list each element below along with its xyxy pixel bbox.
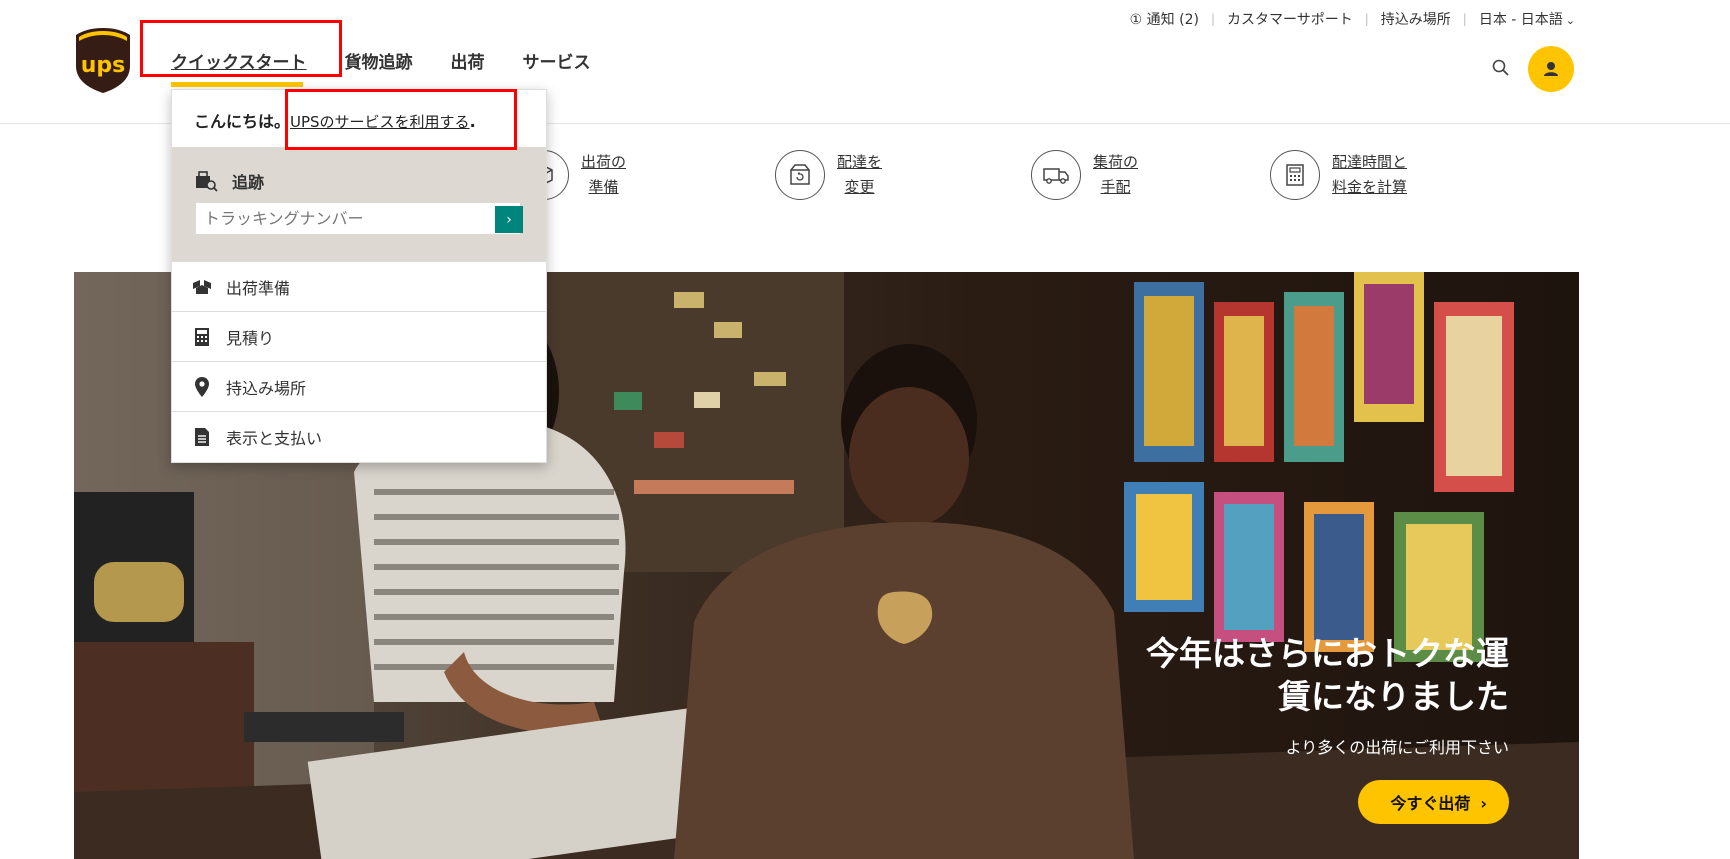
quick-action-calculate[interactable]: 配達時間と 料金を計算	[1270, 150, 1407, 200]
locations-link[interactable]: 持込み場所	[1381, 9, 1451, 29]
location-pin-icon	[192, 376, 212, 397]
tracking-number-input[interactable]	[196, 203, 520, 234]
quick-action-change-delivery[interactable]: 配達を 変更	[775, 150, 882, 200]
chevron-down-icon: ⌄	[1565, 14, 1575, 27]
quick-action-label: 出荷の 準備	[581, 153, 627, 196]
nav-shipping[interactable]: 出荷	[451, 48, 485, 73]
search-icon[interactable]	[1491, 58, 1511, 78]
quick-action-label: 配達を 変更	[837, 153, 883, 196]
tracking-panel: 追跡 ›	[172, 147, 546, 261]
nav-services[interactable]: サービス	[523, 48, 591, 73]
tracking-title: 追跡	[194, 169, 264, 193]
divider: |	[1364, 12, 1369, 26]
hero-subtitle: より多くの出荷にご利用下さい	[1285, 738, 1509, 757]
track-package-icon	[196, 171, 218, 192]
user-icon	[1544, 62, 1558, 76]
nav-tracking[interactable]: 貨物追跡	[345, 48, 413, 73]
dd-item-locations[interactable]: 持込み場所	[172, 361, 546, 411]
dd-item-label: 持込み場所	[226, 378, 307, 398]
dd-item-label: 出荷準備	[226, 278, 291, 298]
dd-item-quote[interactable]: 見積り	[172, 311, 546, 361]
utility-bar: ① 通知 (2) | カスタマーサポート | 持込み場所 | 日本 - 日本語 ⌄	[1130, 9, 1575, 29]
ups-logo[interactable]: ups	[74, 26, 132, 94]
ship-now-label: 今すぐ出荷	[1390, 794, 1471, 813]
notifications-link[interactable]: ① 通知 (2)	[1130, 9, 1199, 29]
hero-title: 今年はさらにおトクな運 賃になりました	[1146, 634, 1509, 716]
divider: |	[1462, 12, 1467, 26]
dd-item-label: 見積り	[226, 328, 275, 348]
quick-action-pickup[interactable]: 集荷の 手配	[1031, 150, 1138, 200]
hero-text: 今年はさらにおトクな運 賃になりました より多くの出荷にご利用下さい 今すぐ出荷 ›	[1089, 632, 1509, 824]
highlight-box-quickstart	[140, 20, 342, 77]
quick-action-label: 集荷の 手配	[1093, 153, 1139, 196]
calculator-icon	[192, 327, 212, 347]
package-return-icon	[775, 150, 825, 200]
highlight-box-service-link	[285, 89, 517, 150]
dd-item-label: 表示と支払い	[226, 428, 323, 448]
truck-icon	[1031, 150, 1081, 200]
chevron-right-icon: ›	[1480, 794, 1487, 813]
active-nav-indicator	[171, 82, 303, 87]
locale-label: 日本 - 日本語	[1478, 12, 1563, 28]
dd-item-view-and-pay[interactable]: 表示と支払い	[172, 411, 546, 461]
locale-selector[interactable]: 日本 - 日本語 ⌄	[1479, 9, 1575, 29]
quickstart-dropdown: こんにちは。UPSのサービスを利用する. 追跡 › 出荷準備 見積り 持込み場所…	[171, 89, 547, 463]
shipping-box-icon	[192, 277, 212, 297]
ship-now-button[interactable]: 今すぐ出荷 ›	[1358, 780, 1509, 824]
user-avatar[interactable]	[1528, 46, 1574, 92]
divider: |	[1210, 12, 1215, 26]
customer-support-link[interactable]: カスタマーサポート	[1227, 9, 1353, 29]
calculator-icon	[1270, 150, 1320, 200]
document-icon	[192, 427, 212, 447]
logo-text: ups	[81, 53, 126, 78]
track-submit-button[interactable]: ›	[495, 206, 523, 233]
quick-action-label: 配達時間と 料金を計算	[1332, 153, 1408, 196]
dd-item-prepare-shipment[interactable]: 出荷準備	[172, 261, 546, 311]
